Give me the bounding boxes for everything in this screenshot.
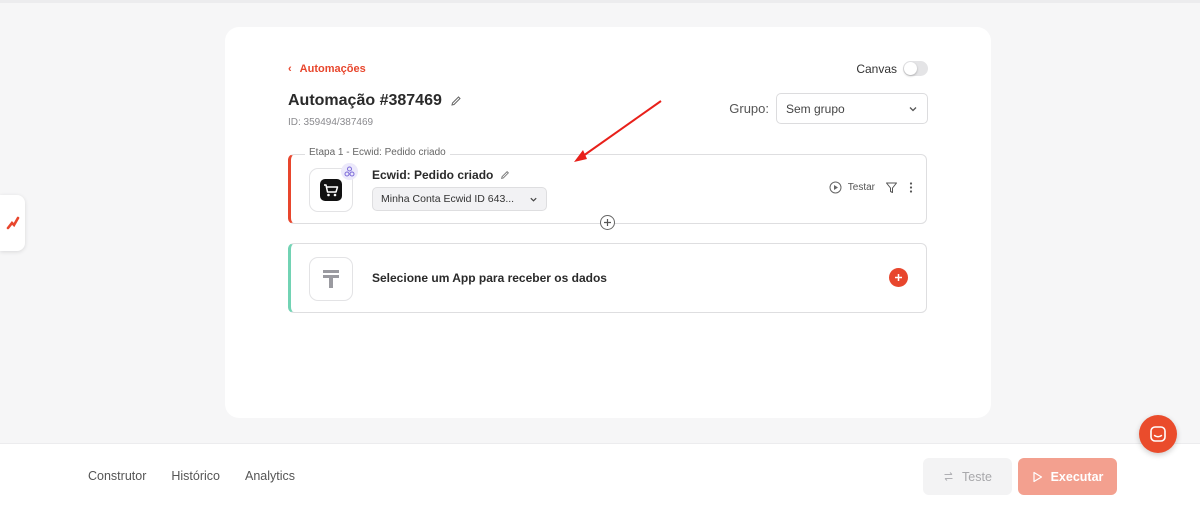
tab-historico[interactable]: Histórico [171,469,220,483]
automation-id: ID: 359494/387469 [288,117,374,128]
webhook-badge [341,163,358,180]
bottom-bar: Construtor Histórico Analytics Teste Exe… [0,443,1200,505]
step-1-title: Ecwid: Pedido criado [372,168,494,182]
tab-construtor[interactable]: Construtor [88,469,146,483]
shopping-cart-icon [320,179,342,201]
chevron-left-icon: ‹ [288,63,292,75]
tab-analytics[interactable]: Analytics [245,469,295,483]
chat-icon [1150,426,1166,442]
add-step-button[interactable] [600,215,615,230]
more-vertical-icon[interactable] [908,181,914,194]
top-border [0,0,1200,3]
chevron-down-icon [909,106,917,111]
footer-tabs: Construtor Histórico Analytics [88,469,295,483]
back-link[interactable]: ‹ Automações [288,63,366,75]
test-button[interactable]: Teste [923,458,1012,495]
step-2-card[interactable]: Selecione um App para receber os dados [288,243,927,313]
step-1-card[interactable]: Ecwid: Pedido criado Minha Conta Ecwid I… [288,154,927,224]
run-button-label: Executar [1050,469,1104,484]
run-button[interactable]: Executar [1018,458,1117,495]
canvas-toggle[interactable]: Canvas [856,61,928,76]
chevron-down-icon [530,197,537,202]
automation-card: ‹ Automações Canvas Automação #387469 ID… [225,27,991,418]
step-1-actions: Testar [829,181,914,194]
play-circle-icon [829,181,842,194]
play-icon [1032,471,1042,482]
plus-icon [895,274,902,281]
filter-icon[interactable] [885,181,898,194]
group-select-value: Sem grupo [786,101,845,116]
placeholder-t-icon [323,270,339,288]
automation-title: Automação #387469 [288,92,442,109]
back-link-label: Automações [299,63,366,75]
step-2-title: Selecione um App para receber os dados [372,271,607,285]
group-field: Grupo: Sem grupo [729,93,928,124]
placeholder-app-icon [309,257,353,301]
brand-logo-icon [6,216,19,230]
test-step-label: Testar [847,182,875,193]
webhook-icon [344,166,355,177]
canvas-switch[interactable] [903,61,928,76]
page-title: Automação #387469 [288,92,462,110]
canvas-label: Canvas [856,61,897,76]
ecwid-app-icon [309,163,358,212]
account-select[interactable]: Minha Conta Ecwid ID 643... [372,187,547,211]
side-panel-tab[interactable] [0,195,25,251]
step-1-caption: Etapa 1 - Ecwid: Pedido criado [305,147,450,158]
chat-button[interactable] [1139,415,1177,453]
group-select[interactable]: Sem grupo [776,93,928,124]
pencil-icon[interactable] [450,95,462,107]
add-app-button[interactable] [889,268,908,287]
step-1-title-row: Ecwid: Pedido criado [372,168,510,182]
plus-icon [604,219,611,226]
switch-knob [904,62,917,75]
account-select-value: Minha Conta Ecwid ID 643... [381,193,515,205]
test-button-label: Teste [962,469,992,484]
swap-icon [944,472,953,481]
pencil-icon[interactable] [500,170,510,180]
test-step-button[interactable]: Testar [829,181,875,194]
group-label: Grupo: [729,101,769,116]
